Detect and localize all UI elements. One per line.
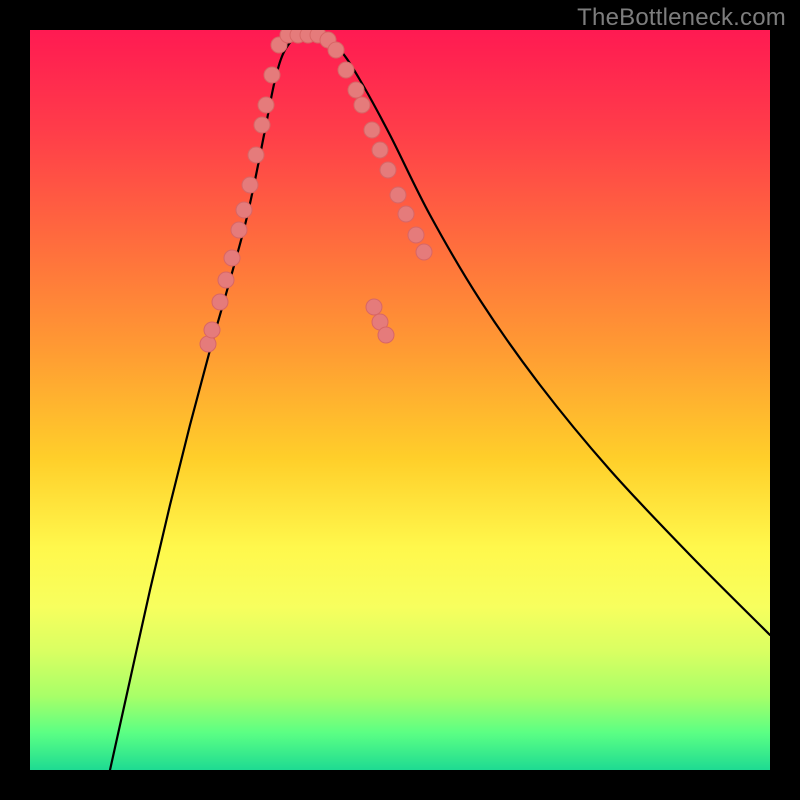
- marker-dot: [242, 177, 258, 193]
- marker-dot: [320, 32, 336, 48]
- marker-dot: [390, 187, 406, 203]
- marker-dot: [310, 30, 326, 43]
- marker-dot: [408, 227, 424, 243]
- marker-dot: [254, 117, 270, 133]
- marker-dot: [231, 222, 247, 238]
- marker-dot: [248, 147, 264, 163]
- marker-dot: [364, 122, 380, 138]
- marker-dot: [328, 42, 344, 58]
- marker-dot: [348, 82, 364, 98]
- marker-dot: [258, 97, 274, 113]
- marker-dot: [398, 206, 414, 222]
- marker-dot: [354, 97, 370, 113]
- curve-markers: [200, 30, 432, 352]
- marker-dot: [224, 250, 240, 266]
- plot-area: [30, 30, 770, 770]
- marker-dot: [378, 327, 394, 343]
- bottleneck-curve: [110, 33, 770, 770]
- watermark-text: TheBottleneck.com: [577, 4, 786, 32]
- marker-dot: [380, 162, 396, 178]
- marker-dot: [366, 299, 382, 315]
- marker-dot: [200, 336, 216, 352]
- marker-dot: [300, 30, 316, 43]
- marker-dot: [236, 202, 252, 218]
- marker-dot: [338, 62, 354, 78]
- marker-dot: [204, 322, 220, 338]
- marker-dot: [290, 30, 306, 43]
- chart-frame: TheBottleneck.com: [0, 0, 800, 800]
- bottleneck-curve-svg: [30, 30, 770, 770]
- marker-dot: [271, 37, 287, 53]
- marker-dot: [212, 294, 228, 310]
- marker-dot: [280, 30, 296, 43]
- marker-dot: [264, 67, 280, 83]
- marker-dot: [416, 244, 432, 260]
- marker-dot: [218, 272, 234, 288]
- marker-dot: [372, 314, 388, 330]
- marker-dot: [372, 142, 388, 158]
